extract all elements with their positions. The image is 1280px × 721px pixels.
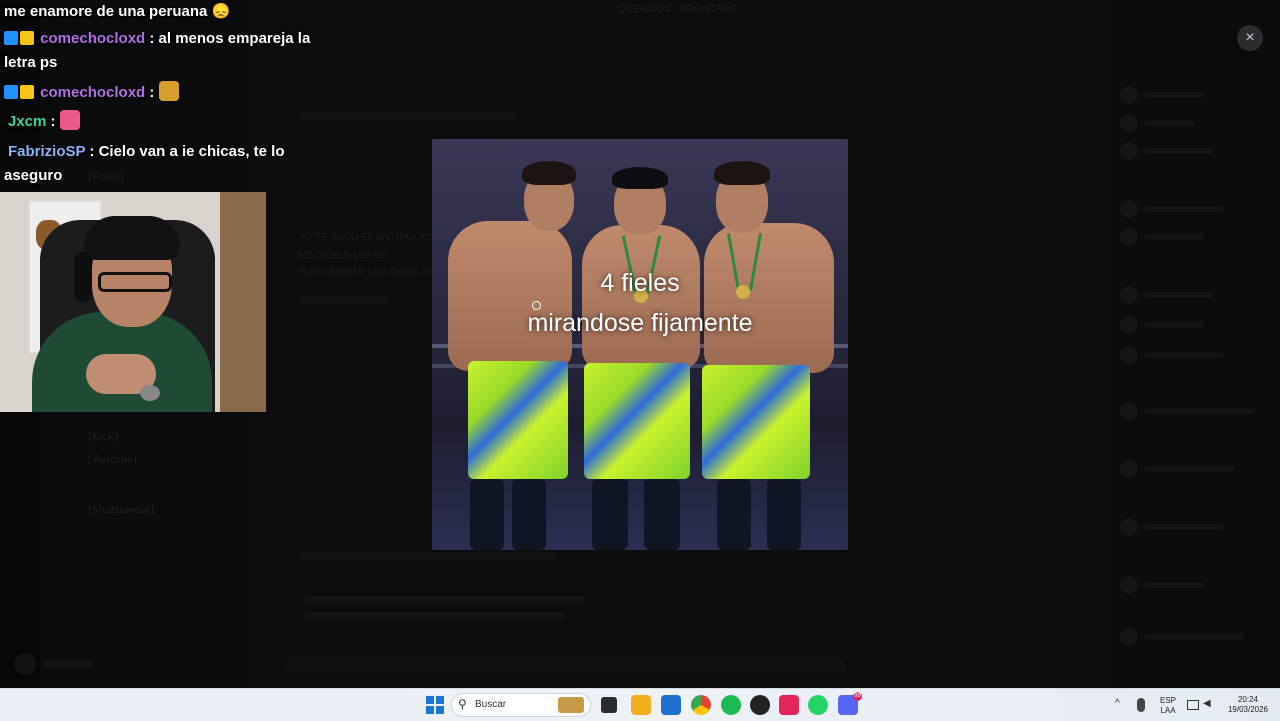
message-text: me enamore de una peruana 😞 xyxy=(4,3,231,20)
shorts xyxy=(702,365,810,479)
notification-badge: 99 xyxy=(853,692,862,701)
store-icon[interactable] xyxy=(661,695,681,715)
badge-icon xyxy=(4,31,18,45)
leg xyxy=(512,479,546,550)
windows-logo-icon xyxy=(426,696,434,704)
message-text: aseguro xyxy=(4,167,63,184)
clock-time: 20:24 xyxy=(1237,695,1259,704)
shorts xyxy=(584,363,690,479)
windows-taskbar: ⚲ Buscar 99 ^ ESP LAA ◀ 20:24 19/03/2026 xyxy=(0,688,1280,721)
whatsapp-icon[interactable] xyxy=(808,695,828,715)
hair xyxy=(522,161,576,185)
clock-date: 19/03/2026 xyxy=(1227,705,1269,714)
chat-overlay-message: comechocloxd : xyxy=(4,81,179,105)
hair xyxy=(84,216,180,260)
shorts xyxy=(468,361,568,479)
language-code: ESP xyxy=(1159,696,1176,705)
leg xyxy=(717,479,751,550)
clock[interactable]: 20:24 19/03/2026 xyxy=(1225,695,1271,715)
network-icon[interactable] xyxy=(1187,700,1199,710)
search-icon: ⚲ xyxy=(458,697,467,711)
chat-username: comechocloxd xyxy=(40,30,146,47)
message-text: : xyxy=(50,113,56,130)
crown-badge-icon xyxy=(20,31,34,45)
tiktok-icon[interactable] xyxy=(779,695,799,715)
search-placeholder: Buscar xyxy=(475,699,507,710)
keyboard-layout: LAA xyxy=(1160,706,1176,715)
crown-badge-icon xyxy=(20,85,34,99)
message-text: : Cielo van a ie chicas, te lo xyxy=(89,143,285,160)
file-explorer-icon[interactable] xyxy=(631,695,651,715)
mouse-cursor-icon xyxy=(532,301,541,310)
volume-icon[interactable]: ◀ xyxy=(1203,698,1217,712)
microphone xyxy=(140,385,160,401)
leg xyxy=(767,479,801,550)
message-text: : xyxy=(149,84,155,101)
close-button[interactable]: × xyxy=(1237,25,1263,51)
windows-logo-icon xyxy=(436,706,444,714)
windows-logo-icon xyxy=(436,696,444,704)
chat-overlay-message: comechocloxd : al menos empareja la letr… xyxy=(4,27,324,75)
language-indicator[interactable]: ESP LAA xyxy=(1158,696,1178,716)
webcam-feed xyxy=(0,192,266,412)
windows-logo-icon xyxy=(426,706,434,714)
start-button[interactable] xyxy=(425,695,445,715)
door xyxy=(220,192,266,412)
cap xyxy=(612,167,668,189)
emote-icon xyxy=(158,81,179,101)
glasses xyxy=(98,272,172,292)
chevron-up-icon[interactable]: ^ xyxy=(1115,698,1129,712)
obs-icon[interactable] xyxy=(750,695,770,715)
leg xyxy=(470,479,504,550)
hair xyxy=(714,161,770,185)
spotify-icon[interactable] xyxy=(721,695,741,715)
image-caption-line1: 4 fieles xyxy=(600,269,680,297)
image-caption-line2: mirandose fijamente xyxy=(527,309,753,337)
chat-username: comechocloxd xyxy=(40,84,146,101)
emote-icon xyxy=(59,110,80,130)
image-viewer[interactable]: 4 fieles mirandose fijamente xyxy=(432,139,848,550)
chat-username: FabrizioSP xyxy=(8,143,86,160)
discord-icon[interactable]: 99 xyxy=(838,692,862,715)
chat-username: Jxcm xyxy=(8,113,47,130)
task-view-icon[interactable] xyxy=(601,697,617,713)
torso xyxy=(704,223,834,373)
message-text: : al menos empareja la xyxy=(149,30,311,47)
taskbar-search[interactable]: ⚲ Buscar xyxy=(451,693,591,717)
leg xyxy=(592,479,628,550)
chrome-icon[interactable] xyxy=(691,695,711,715)
search-highlight-icon xyxy=(558,697,584,713)
leg xyxy=(644,479,680,550)
chat-overlay-message: me enamore de una peruana 😞 xyxy=(4,0,230,24)
chat-overlay-message: FabrizioSP : Cielo van a ie chicas, te l… xyxy=(4,140,304,188)
microphone-icon[interactable] xyxy=(1137,698,1145,712)
close-icon: × xyxy=(1245,29,1255,46)
badge-icon xyxy=(4,85,18,99)
headphones-icon xyxy=(74,252,92,302)
message-text: letra ps xyxy=(4,54,58,71)
chat-overlay-message: Jxcm : xyxy=(8,110,80,134)
